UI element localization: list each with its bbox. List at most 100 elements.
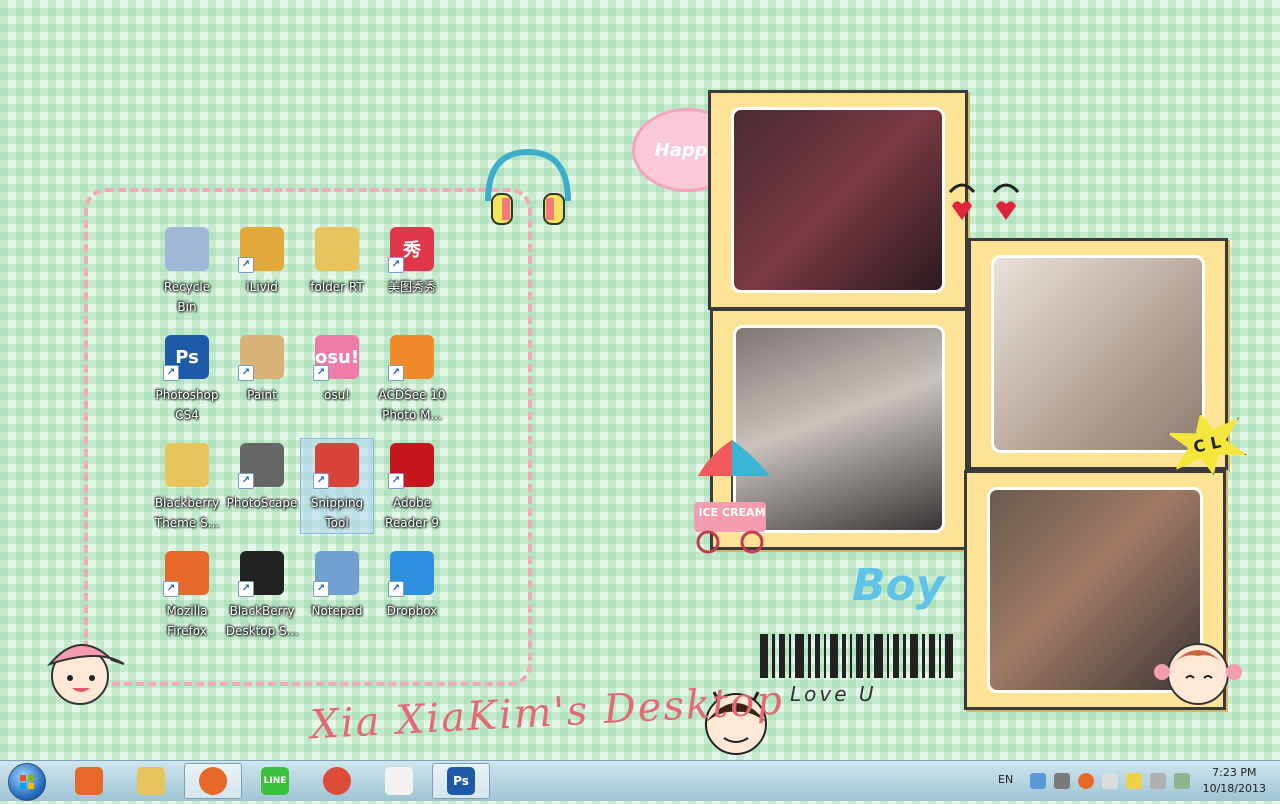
adobe-reader-icon: ↗ xyxy=(388,443,434,489)
desktop-icon-label: Blackberry Theme S... xyxy=(154,496,220,530)
ilivid-icon: ↗ xyxy=(238,227,284,273)
camera-tray-icon[interactable] xyxy=(1054,773,1070,789)
taskbar-button[interactable] xyxy=(370,763,428,799)
shortcut-arrow-icon: ↗ xyxy=(388,473,404,489)
shortcut-arrow-icon: ↗ xyxy=(238,581,254,597)
apps-grid-icon xyxy=(385,767,413,795)
snipping-tool-icon: ↗ xyxy=(313,443,359,489)
desktop-icon[interactable]: ↗ PhotoScape xyxy=(225,438,299,534)
shortcut-arrow-icon: ↗ xyxy=(313,581,329,597)
shortcut-arrow-icon: ↗ xyxy=(313,473,329,489)
language-indicator[interactable]: EN xyxy=(998,773,1013,786)
start-button[interactable] xyxy=(8,763,46,801)
shortcut-arrow-icon: ↗ xyxy=(163,581,179,597)
shortcut-arrow-icon: ↗ xyxy=(238,365,254,381)
desktop-icon[interactable]: Blackberry Theme S... xyxy=(150,438,224,534)
clock[interactable]: 7:23 PM 10/18/2013 xyxy=(1203,765,1266,797)
taskbar-glyph: LINE xyxy=(263,776,287,786)
photoscape-icon: ↗ xyxy=(238,443,284,489)
icon-glyph: 秀 xyxy=(403,240,421,261)
desktop-icon-label: 美图秀秀 xyxy=(387,280,436,294)
desktop-icon-label: Snipping Tool xyxy=(310,496,364,530)
clock-date: 10/18/2013 xyxy=(1202,782,1266,795)
notepad-icon: ↗ xyxy=(313,551,359,597)
desktop-icon[interactable]: ↗ Dropbox xyxy=(375,546,449,642)
firefox-icon xyxy=(199,767,227,795)
barcode-sticker xyxy=(760,634,953,678)
taskbar-button[interactable] xyxy=(184,763,242,799)
boy-sticker: Boy xyxy=(852,560,945,611)
desktop-icon[interactable]: ↗ Mozilla Firefox xyxy=(150,546,224,642)
action-center-flag-icon[interactable] xyxy=(1126,773,1142,789)
shortcut-arrow-icon: ↗ xyxy=(388,581,404,597)
desktop-icon-label: osu! xyxy=(323,388,350,402)
taskbar: LINE Ps EN 7:23 PM 10/18/2013 xyxy=(0,760,1280,801)
taskbar-button[interactable] xyxy=(60,763,118,799)
desktop-icon[interactable]: osu! ↗ osu! xyxy=(300,330,374,426)
file-explorer-icon xyxy=(137,767,165,795)
osu-icon: osu! ↗ xyxy=(313,335,359,381)
desktop-icon-label: Adobe Reader 9 xyxy=(385,496,439,530)
taskbar-button[interactable] xyxy=(122,763,180,799)
desktop-icon-label: PhotoScape xyxy=(226,496,298,510)
acdsee-icon: ↗ xyxy=(388,335,434,381)
desktop-icon[interactable]: ↗ Adobe Reader 9 xyxy=(375,438,449,534)
desktop-icon[interactable]: folder RT xyxy=(300,222,374,318)
photo-1 xyxy=(731,107,945,293)
desktop-icon[interactable]: Recycle Bin xyxy=(150,222,224,318)
photo-3 xyxy=(991,255,1205,453)
photo-frame-1 xyxy=(708,90,968,310)
desktop-icon-label: iLivid xyxy=(246,280,278,294)
dropbox-icon: ↗ xyxy=(388,551,434,597)
desktop-icon-label: Photoshop CS4 xyxy=(155,388,219,422)
desktop-icon[interactable]: ↗ Paint xyxy=(225,330,299,426)
cap-girl-doodle xyxy=(47,644,125,705)
folder-icon xyxy=(165,443,209,487)
shortcut-arrow-icon: ↗ xyxy=(313,365,329,381)
safely-remove-hardware-icon[interactable] xyxy=(1150,773,1166,789)
shortcut-arrow-icon: ↗ xyxy=(388,365,404,381)
desktop-icon-label: Paint xyxy=(247,388,277,402)
media-player-icon xyxy=(75,767,103,795)
desktop-icon-label: ACDSee 10 Photo M... xyxy=(378,388,446,422)
desktop-icon-label: Mozilla Firefox xyxy=(166,604,208,638)
windows-logo-icon xyxy=(20,775,34,789)
desktop-icon[interactable]: 秀 ↗ 美图秀秀 xyxy=(375,222,449,318)
desktop-icon-label: BlackBerry Desktop S... xyxy=(225,604,299,638)
taskbar-button[interactable] xyxy=(308,763,366,799)
taskbar-button[interactable]: LINE xyxy=(246,763,304,799)
heart-eyes-doodle xyxy=(948,183,1020,220)
shortcut-arrow-icon: ↗ xyxy=(163,365,179,381)
icon-glyph: Ps xyxy=(175,346,199,368)
desktop-icon-label: Recycle Bin xyxy=(163,280,211,314)
desktop-icon[interactable]: ↗ BlackBerry Desktop S... xyxy=(225,546,299,642)
blackberry-icon: ↗ xyxy=(238,551,284,597)
paint-palette-icon: ↗ xyxy=(238,335,284,381)
meitu-xiuxiu-icon: 秀 ↗ xyxy=(388,227,434,273)
photoshop-icon: Ps xyxy=(447,767,475,795)
network-signal-icon[interactable] xyxy=(1174,773,1190,789)
desktop-icon[interactable]: ↗ Notepad xyxy=(300,546,374,642)
taskbar-button[interactable]: Ps xyxy=(432,763,490,799)
ice-cream-cart-sticker xyxy=(694,440,770,554)
desktop-icon-label: Dropbox xyxy=(386,604,438,618)
update-tray-icon[interactable] xyxy=(1078,773,1094,789)
folder-icon xyxy=(315,227,359,271)
love-u-text: Love U xyxy=(790,682,877,706)
desktop-icon[interactable]: Ps ↗ Photoshop CS4 xyxy=(150,330,224,426)
desktop-icon[interactable]: ↗ iLivid xyxy=(225,222,299,318)
shortcut-arrow-icon: ↗ xyxy=(388,257,404,273)
ice-cream-label: ICE CREAM xyxy=(698,506,766,519)
volume-icon[interactable] xyxy=(1102,773,1118,789)
recycle-bin-icon xyxy=(165,227,209,271)
headphones-sticker xyxy=(485,148,571,225)
firefox-icon: ↗ xyxy=(163,551,209,597)
line-icon: LINE xyxy=(261,767,289,795)
smiling-girl-doodle xyxy=(1154,643,1242,705)
desktop-icon-label: folder RT xyxy=(310,280,364,294)
shortcut-arrow-icon: ↗ xyxy=(238,473,254,489)
desktop-icon[interactable]: ↗ Snipping Tool xyxy=(300,438,374,534)
photoshop-icon: Ps ↗ xyxy=(163,335,209,381)
dropbox-tray-icon[interactable] xyxy=(1030,773,1046,789)
desktop-icon[interactable]: ↗ ACDSee 10 Photo M... xyxy=(375,330,449,426)
